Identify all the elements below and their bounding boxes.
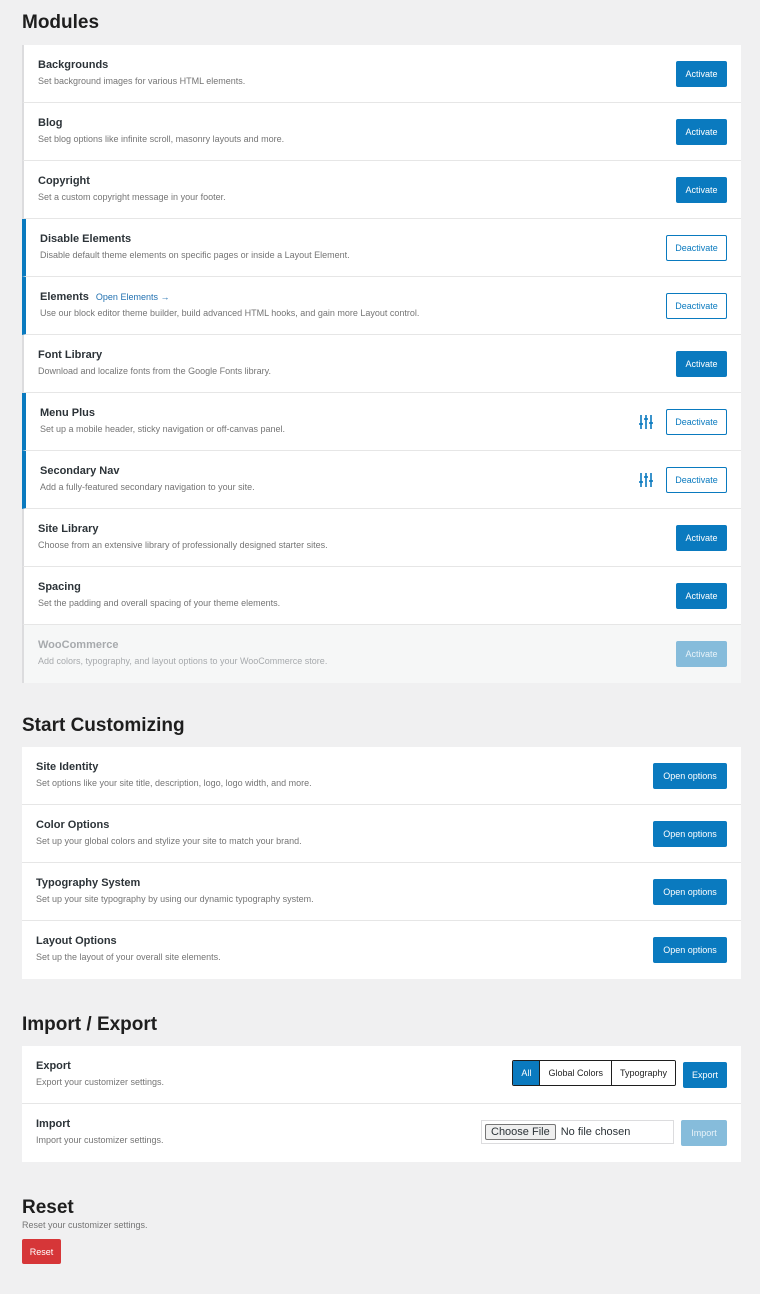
module-desc: Use our block editor theme builder, buil… xyxy=(40,308,420,318)
activate-button[interactable]: Activate xyxy=(676,525,727,551)
customize-desc: Set up the layout of your overall site e… xyxy=(36,952,221,962)
module-row-secondary-nav: Secondary Nav Add a fully-featured secon… xyxy=(22,451,741,509)
open-elements-link[interactable]: Open Elements → xyxy=(96,292,170,302)
module-title: Font Library xyxy=(38,349,103,361)
open-options-button[interactable]: Open options xyxy=(653,879,727,905)
module-desc: Set blog options like infinite scroll, m… xyxy=(38,134,285,144)
export-scope-selector: All Global Colors Typography xyxy=(512,1060,676,1086)
customize-title: Color Options xyxy=(36,819,110,831)
module-title: WooCommerce xyxy=(38,639,119,651)
activate-button[interactable]: Activate xyxy=(676,119,727,145)
export-option-global-colors[interactable]: Global Colors xyxy=(540,1061,612,1085)
module-desc: Download and localize fonts from the Goo… xyxy=(38,366,271,376)
customize-row-site-identity: Site Identity Set options like your site… xyxy=(22,747,741,805)
customize-row-layout-options: Layout Options Set up the layout of your… xyxy=(22,921,741,979)
file-input[interactable]: Choose File No file chosen xyxy=(481,1120,674,1144)
export-row: Export Export your customizer settings. … xyxy=(22,1046,741,1104)
customizing-list: Site Identity Set options like your site… xyxy=(22,747,741,979)
module-title: Site Library xyxy=(38,523,99,535)
import-export-title: Import / Export xyxy=(22,1014,158,1035)
sliders-icon[interactable] xyxy=(638,472,654,488)
activate-button[interactable]: Activate xyxy=(676,61,727,87)
module-title: Spacing xyxy=(38,581,81,593)
open-options-button[interactable]: Open options xyxy=(653,763,727,789)
open-options-button[interactable]: Open options xyxy=(653,821,727,847)
module-desc: Set a custom copyright message in your f… xyxy=(38,192,226,202)
modules-title: Modules xyxy=(22,12,100,33)
deactivate-button[interactable]: Deactivate xyxy=(666,467,727,493)
module-row-backgrounds: Backgrounds Set background images for va… xyxy=(22,45,741,103)
import-title: Import xyxy=(36,1118,71,1130)
reset-button[interactable]: Reset xyxy=(22,1239,61,1264)
module-desc: Add colors, typography, and layout optio… xyxy=(38,656,328,666)
module-title: Menu Plus xyxy=(40,407,96,419)
customize-title: Typography System xyxy=(36,877,141,889)
file-status: No file chosen xyxy=(560,1126,631,1138)
customize-desc: Set up your site typography by using our… xyxy=(36,894,314,904)
module-desc: Add a fully-featured secondary navigatio… xyxy=(40,482,255,492)
module-title: Secondary Nav xyxy=(40,465,120,477)
module-title: Disable Elements xyxy=(40,233,132,245)
choose-file-button[interactable]: Choose File xyxy=(485,1124,556,1140)
reset-title: Reset xyxy=(22,1197,74,1218)
customize-row-typography: Typography System Set up your site typog… xyxy=(22,863,741,921)
modules-list: Backgrounds Set background images for va… xyxy=(22,45,741,683)
deactivate-button[interactable]: Deactivate xyxy=(666,293,727,319)
reset-desc: Reset your customizer settings. xyxy=(22,1220,148,1230)
module-title: Blog xyxy=(38,117,63,129)
module-title: Backgrounds xyxy=(38,59,109,71)
module-desc: Choose from an extensive library of prof… xyxy=(38,540,328,550)
import-desc: Import your customizer settings. xyxy=(36,1135,164,1145)
export-option-all[interactable]: All xyxy=(513,1061,541,1085)
module-row-elements: Elements Open Elements → Use our block e… xyxy=(22,277,741,335)
customize-desc: Set options like your site title, descri… xyxy=(36,778,312,788)
export-desc: Export your customizer settings. xyxy=(36,1077,165,1087)
module-row-font-library: Font Library Download and localize fonts… xyxy=(22,335,741,393)
module-row-site-library: Site Library Choose from an extensive li… xyxy=(22,509,741,567)
customize-title: Layout Options xyxy=(36,935,117,947)
customize-title: Site Identity xyxy=(36,761,99,773)
deactivate-button[interactable]: Deactivate xyxy=(666,235,727,261)
activate-button[interactable]: Activate xyxy=(676,177,727,203)
customize-row-color-options: Color Options Set up your global colors … xyxy=(22,805,741,863)
import-row: Import Import your customizer settings. … xyxy=(22,1104,741,1162)
module-desc: Set up a mobile header, sticky navigatio… xyxy=(40,424,285,434)
activate-button[interactable]: Activate xyxy=(676,583,727,609)
module-desc: Disable default theme elements on specif… xyxy=(40,250,350,260)
module-row-woocommerce: WooCommerce Add colors, typography, and … xyxy=(22,625,741,683)
activate-button-disabled: Activate xyxy=(676,641,727,667)
deactivate-button[interactable]: Deactivate xyxy=(666,409,727,435)
export-title: Export xyxy=(36,1060,71,1072)
module-desc: Set the padding and overall spacing of y… xyxy=(38,598,281,608)
export-button[interactable]: Export xyxy=(683,1062,727,1088)
module-desc: Set background images for various HTML e… xyxy=(38,76,246,86)
module-row-menu-plus: Menu Plus Set up a mobile header, sticky… xyxy=(22,393,741,451)
module-row-spacing: Spacing Set the padding and overall spac… xyxy=(22,567,741,625)
module-row-copyright: Copyright Set a custom copyright message… xyxy=(22,161,741,219)
export-option-typography[interactable]: Typography xyxy=(611,1061,675,1085)
customizing-title: Start Customizing xyxy=(22,715,185,736)
open-options-button[interactable]: Open options xyxy=(653,937,727,963)
module-title: Copyright xyxy=(38,175,90,187)
module-title: Elements xyxy=(40,291,89,303)
sliders-icon[interactable] xyxy=(638,414,654,430)
module-row-blog: Blog Set blog options like infinite scro… xyxy=(22,103,741,161)
customize-desc: Set up your global colors and stylize yo… xyxy=(36,836,302,846)
import-export-list: Export Export your customizer settings. … xyxy=(22,1046,741,1162)
module-row-disable-elements: Disable Elements Disable default theme e… xyxy=(22,219,741,277)
activate-button[interactable]: Activate xyxy=(676,351,727,377)
import-button: Import xyxy=(681,1120,727,1146)
